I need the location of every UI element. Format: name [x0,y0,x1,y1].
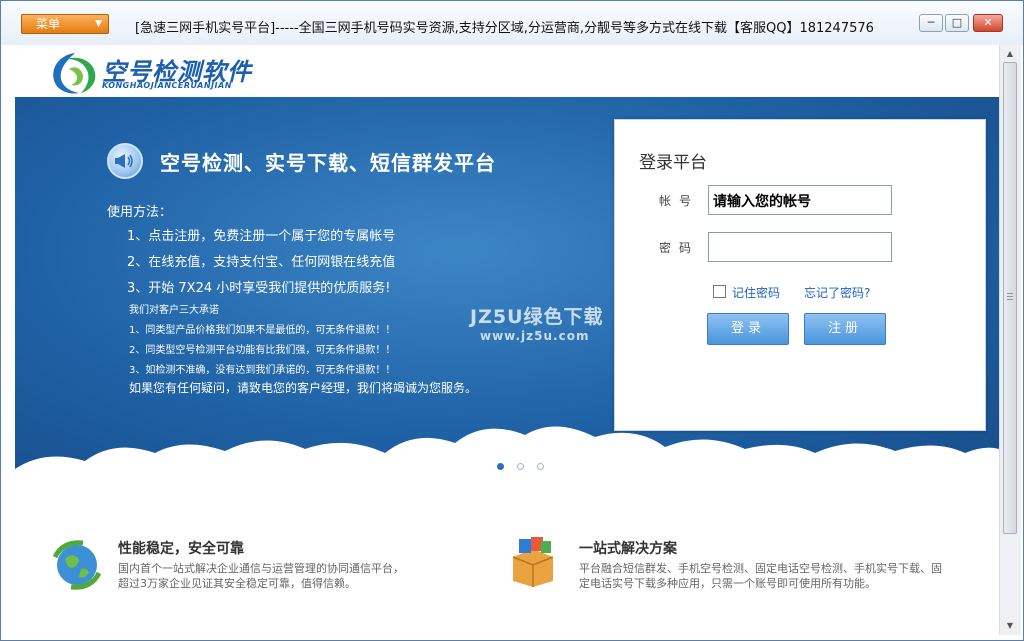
minimize-button[interactable]: ─ [919,14,943,32]
step-item: 2、在线充值，支持支付宝、任何网银在线充值 [127,255,396,270]
hero-title: 空号检测、实号下载、短信群发平台 [160,151,496,175]
slide-dot-2[interactable] [517,463,525,470]
vertical-scrollbar[interactable]: ▲ ▼ [999,45,1021,635]
password-label: 密码 [659,241,700,255]
step-item: 1、点击注册，免费注册一个属于您的专属帐号 [127,229,396,244]
logo-bar: 空号检测软件 KONGHAOJIANCERUANJIAN [1,45,999,97]
feature-desc: 超过3万家企业见证其安全稳定可靠，值得信赖。 [118,577,356,590]
megaphone-icon [107,143,143,179]
watermark-line-1: JZ5U绿色下载 [470,306,604,328]
login-button[interactable]: 登录 [707,313,789,345]
remember-label: 记住密码 [732,286,781,300]
logo-subtitle: KONGHAOJIANCERUANJIAN [102,81,232,90]
login-panel: 登录平台 帐号 请输入您的帐号 密码 记住密码 忘记了密码? 登录 注册 [614,119,986,431]
caret-down-icon: ▼ [95,19,102,29]
promise-title: 我们对客户三大承诺 [129,305,219,316]
remember-checkbox[interactable] [713,285,726,298]
scroll-up-icon[interactable]: ▲ [1002,47,1018,61]
how-to-label: 使用方法： [107,205,173,220]
promise-item: 2、同类型空号检测平台功能有比我们强，可无条件退款！！ [129,345,396,356]
promise-item: 3、如检测不准确，没有达到我们承诺的，可无条件退款！！ [129,365,396,376]
globe-sync-icon [52,540,102,590]
menu-label: 菜单 [36,17,61,31]
feature-title: 性能稳定，安全可靠 [118,541,244,557]
title-bar: 菜单 ▼ [急速三网手机实号平台]-----全国三网手机号码实号资源,支持分区域… [1,1,1023,45]
forgot-password-link[interactable]: 忘记了密码? [804,284,870,301]
package-box-icon [512,537,554,587]
window-title: [急速三网手机实号平台]-----全国三网手机号码实号资源,支持分区域,分运营商… [135,21,874,36]
slide-indicator [497,455,552,474]
slide-dot-3[interactable] [537,463,545,470]
menu-button[interactable]: 菜单 ▼ [21,14,109,34]
username-input[interactable]: 请输入您的帐号 [708,185,892,215]
watermark: JZ5U绿色下载 www.jz5u.com [470,302,604,343]
maximize-button[interactable]: □ [945,14,969,32]
step-item: 3、开始 7X24 小时享受我们提供的优质服务! [127,281,391,296]
app-window: 菜单 ▼ [急速三网手机实号平台]-----全国三网手机号码实号资源,支持分区域… [0,0,1024,641]
close-button[interactable]: ✕ [973,14,1003,32]
feature-title: 一站式解决方案 [579,541,677,557]
feature-desc: 定电话实号下载多种应用，只需一个账号即可使用所有功能。 [579,577,876,590]
feature-desc: 国内首个一站式解决企业通信与运营管理的协同通信平台， [118,562,404,575]
scroll-thumb[interactable] [1003,62,1017,534]
slide-dot-1[interactable] [497,463,504,470]
username-label: 帐号 [659,194,700,208]
login-title: 登录平台 [639,153,707,173]
promise-item: 1、同类型产品价格我们如果不是最低的，可无条件退款！！ [129,325,396,336]
logo-swirl-icon [53,53,96,94]
scroll-down-icon[interactable]: ▼ [1002,619,1018,633]
feature-desc: 平台融合短信群发、手机空号检测、固定电话空号检测、手机实号下载、固 [579,562,942,575]
remember-password[interactable]: 记住密码 [713,284,780,301]
contact-note: 如果您有任何疑问，请致电您的客户经理，我们将竭诚为您服务。 [129,381,478,395]
register-button[interactable]: 注册 [804,313,886,345]
password-input[interactable] [708,232,892,262]
watermark-line-2: www.jz5u.com [480,329,590,343]
